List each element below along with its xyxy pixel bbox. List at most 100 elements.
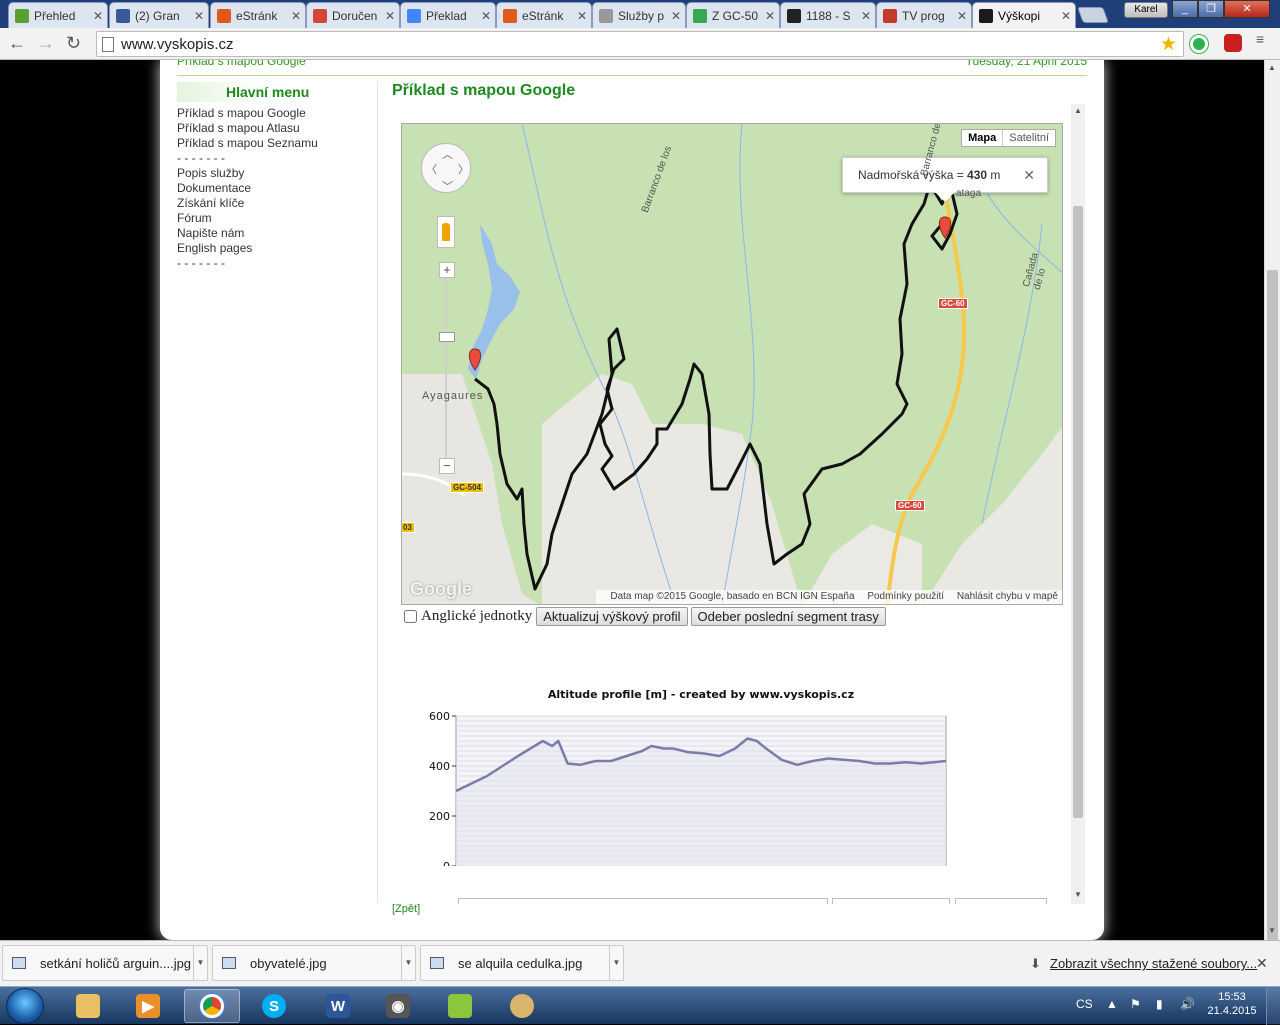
zoom-out-button[interactable]: − [439, 458, 455, 474]
media-player-taskbar-button[interactable]: ▶ [120, 989, 176, 1023]
scroll-down-icon[interactable]: ▼ [1074, 890, 1082, 899]
pan-left-icon[interactable]: 〈 [426, 161, 437, 177]
menu-icon[interactable]: ≡ [1256, 32, 1270, 46]
volume-icon[interactable]: 🔊 [1180, 997, 1195, 1011]
pan-down-icon[interactable]: ﹀ [442, 178, 453, 194]
browser-tab[interactable]: Překlad ✕ [400, 2, 496, 28]
tab-close-icon[interactable]: ✕ [671, 9, 681, 23]
form-input-stub[interactable] [458, 898, 828, 904]
inner-scroll-thumb[interactable] [1073, 206, 1083, 818]
zoom-track[interactable] [445, 270, 447, 466]
extension-green-icon[interactable] [1190, 35, 1208, 53]
zoom-slider-knob[interactable] [439, 332, 455, 342]
menu-item[interactable]: English pages [177, 241, 372, 256]
tab-close-icon[interactable]: ✕ [1061, 9, 1071, 23]
reload-icon[interactable]: ↻ [66, 34, 81, 52]
action-center-flag-icon[interactable]: ⚑ [1130, 997, 1141, 1011]
scroll-up-icon[interactable]: ▲ [1074, 106, 1082, 115]
browser-tab[interactable]: Doručen ✕ [306, 2, 400, 28]
tab-close-icon[interactable]: ✕ [765, 9, 775, 23]
clock[interactable]: 15:53 21.4.2015 [1206, 990, 1258, 1018]
new-tab-button[interactable] [1077, 7, 1109, 23]
show-all-downloads-link[interactable]: ⬇ Zobrazit všechny stažené soubory... [1030, 956, 1257, 971]
photo-viewer-taskbar-button[interactable] [432, 989, 488, 1023]
explorer-taskbar-button[interactable] [60, 989, 116, 1023]
page-scroll-thumb[interactable] [1267, 270, 1278, 980]
network-icon[interactable]: ▮ [1156, 997, 1163, 1011]
pan-right-icon[interactable]: 〉 [458, 161, 469, 177]
browser-tab[interactable]: Z GC-50 ✕ [686, 2, 780, 28]
browser-tab[interactable]: (2) Gran ✕ [109, 2, 209, 28]
language-indicator[interactable]: CS [1076, 997, 1093, 1011]
minimize-button[interactable]: _ [1172, 0, 1198, 18]
download-item[interactable]: setkání holičů arguin....jpg ▼ [2, 945, 208, 981]
tab-close-icon[interactable]: ✕ [957, 9, 967, 23]
chevron-down-icon[interactable]: ▼ [401, 946, 415, 980]
chevron-down-icon[interactable]: ▼ [193, 946, 207, 980]
tab-close-icon[interactable]: ✕ [291, 9, 301, 23]
camera-app-taskbar-button[interactable]: ◉ [370, 989, 426, 1023]
close-icon[interactable]: ✕ [1023, 158, 1035, 192]
english-units-checkbox[interactable] [404, 610, 417, 623]
tab-close-icon[interactable]: ✕ [861, 9, 871, 23]
close-icon[interactable]: ✕ [1256, 955, 1268, 972]
form-input-stub[interactable] [955, 898, 1047, 904]
pan-control[interactable]: ︿ ﹀ 〈 〉 [421, 143, 471, 193]
browser-tab[interactable]: eStránk ✕ [210, 2, 306, 28]
browser-tab[interactable]: eStránk ✕ [496, 2, 592, 28]
remove-segment-button[interactable]: Odeber poslední segment trasy [690, 607, 886, 626]
tab-close-icon[interactable]: ✕ [481, 9, 491, 23]
tab-close-icon[interactable]: ✕ [385, 9, 395, 23]
scroll-down-icon[interactable]: ▼ [1268, 926, 1276, 935]
chrome-taskbar-button[interactable] [184, 989, 240, 1023]
back-link[interactable]: [Zpět] [392, 903, 420, 915]
user-profile-button[interactable]: Karel [1124, 2, 1168, 18]
word-taskbar-button[interactable]: W [310, 989, 366, 1023]
menu-item[interactable]: Napište nám [177, 226, 372, 241]
top-breadcrumb[interactable]: Příklad s mapou Google [177, 60, 306, 68]
maximize-button[interactable]: ❐ [1198, 0, 1224, 18]
menu-item[interactable]: Příklad s mapou Google [177, 106, 372, 121]
bookmark-star-icon[interactable]: ★ [1160, 33, 1177, 56]
browser-tab[interactable]: Služby p ✕ [592, 2, 686, 28]
map-type-satellite-button[interactable]: Satelitní [1002, 130, 1055, 146]
page-scrollbar[interactable]: ▲ ▼ [1264, 60, 1280, 980]
google-map[interactable]: Mapa Satelitní Nadmořská výška = 430 m ✕… [401, 123, 1063, 605]
terms-link[interactable]: Podmínky použití [867, 591, 944, 602]
browser-tab[interactable]: TV prog ✕ [876, 2, 972, 28]
zoom-in-button[interactable]: + [439, 262, 455, 278]
forward-arrow-icon[interactable]: → [37, 34, 55, 52]
show-desktop-button[interactable] [1266, 987, 1280, 1025]
skype-taskbar-button[interactable]: S [246, 989, 302, 1023]
menu-item[interactable]: Příklad s mapou Atlasu [177, 121, 372, 136]
browser-tab[interactable]: 1188 - S ✕ [780, 2, 876, 28]
start-button[interactable] [6, 988, 44, 1024]
tab-close-icon[interactable]: ✕ [93, 9, 103, 23]
extension-red-icon[interactable] [1224, 34, 1242, 52]
back-arrow-icon[interactable]: ← [8, 34, 26, 52]
update-profile-button[interactable]: Aktualizuj výškový profil [536, 607, 688, 626]
close-window-button[interactable]: ✕ [1224, 0, 1270, 18]
browser-tab[interactable]: Výškopi ✕ [972, 2, 1076, 28]
tab-close-icon[interactable]: ✕ [194, 9, 204, 23]
menu-item[interactable]: Získání klíče [177, 196, 372, 211]
menu-item[interactable]: Fórum [177, 211, 372, 226]
english-units-label[interactable]: Anglické jednotky [421, 608, 532, 625]
menu-item[interactable]: Dokumentace [177, 181, 372, 196]
download-item[interactable]: se alquila cedulka.jpg ▼ [420, 945, 624, 981]
address-bar[interactable]: ★ [96, 31, 1184, 57]
download-item[interactable]: obyvatelé.jpg ▼ [212, 945, 416, 981]
browser-tab[interactable]: Přehled ✕ [8, 2, 108, 28]
paint-taskbar-button[interactable] [494, 989, 550, 1023]
map-type-map-button[interactable]: Mapa [962, 130, 1002, 146]
scroll-up-icon[interactable]: ▲ [1268, 63, 1276, 72]
tab-close-icon[interactable]: ✕ [577, 9, 587, 23]
inner-scrollbar[interactable]: ▲ ▼ [1071, 104, 1085, 904]
report-error-link[interactable]: Nahlásit chybu v mapě [957, 591, 1058, 602]
pan-up-icon[interactable]: ︿ [442, 146, 453, 162]
street-view-pegman-icon[interactable] [437, 216, 455, 248]
url-input[interactable] [121, 35, 1121, 53]
menu-item[interactable]: Popis služby [177, 166, 372, 181]
chevron-down-icon[interactable]: ▼ [609, 946, 623, 980]
form-input-stub[interactable] [832, 898, 950, 904]
